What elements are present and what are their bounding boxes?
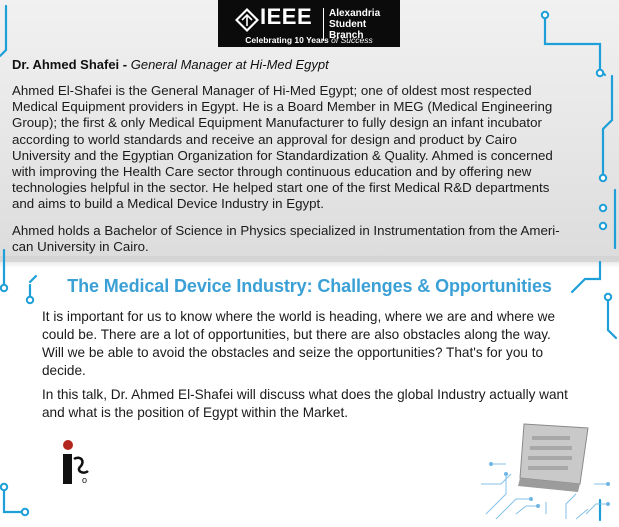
- chip-graphic-icon: [481, 423, 610, 520]
- event-logo-icon: o: [63, 440, 89, 485]
- svg-text:o: o: [82, 475, 87, 485]
